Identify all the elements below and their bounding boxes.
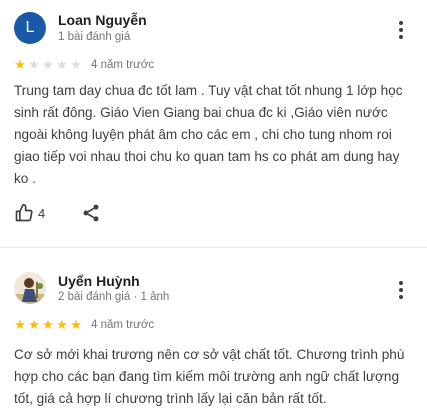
star-icon: ★ [28, 57, 40, 72]
star-icon: ★ [56, 57, 68, 72]
review-actions: 4 [14, 203, 101, 223]
reviewer-name[interactable]: Loan Nguyễn [58, 12, 147, 28]
more-vert-icon[interactable] [391, 18, 411, 42]
avatar-letter: L [25, 19, 35, 36]
share-button[interactable] [81, 203, 101, 223]
reviewer-meta: 2 bài đánh giá · 1 ảnh [58, 291, 170, 303]
review-card: Uyển Huỳnh 2 bài đánh giá · 1 ảnh ★ ★ ★ ★ ★ … [0, 248, 427, 414]
review-date: 4 năm trước [91, 58, 155, 71]
star-rating: ★ ★ ★ ★ ★ [13, 58, 83, 71]
rating-row: ★ ★ ★ ★ ★ 4 năm trước [13, 58, 154, 71]
star-icon: ★ [70, 57, 82, 72]
review-date: 4 năm trước [91, 318, 155, 331]
reviewer-name[interactable]: Uyển Huỳnh [58, 273, 140, 289]
review-text: Cơ sở mới khai trương nên cơ sở vật chất… [14, 347, 405, 406]
avatar[interactable]: L [14, 12, 46, 44]
like-count: 4 [38, 205, 46, 221]
review-card: L Loan Nguyễn 1 bài đánh giá ★ ★ ★ ★ ★ 4 năm… [0, 0, 427, 248]
more-vert-icon[interactable] [391, 278, 411, 302]
star-rating: ★ ★ ★ ★ ★ [13, 318, 83, 331]
star-icon: ★ [70, 317, 82, 332]
avatar[interactable] [14, 272, 46, 304]
thumbs-up-icon [15, 203, 33, 222]
star-icon: ★ [56, 317, 68, 332]
star-icon: ★ [28, 317, 40, 332]
like-button[interactable]: 4 [14, 203, 45, 223]
review-text: Trung tam day chua đc tốt lam . Tuy vật … [14, 83, 403, 186]
reviewer-meta: 1 bài đánh giá [58, 31, 131, 43]
profile-photo [14, 272, 46, 304]
star-icon: ★ [14, 57, 26, 72]
star-icon: ★ [42, 57, 54, 72]
star-icon: ★ [14, 317, 26, 332]
share-icon [83, 204, 99, 222]
star-icon: ★ [42, 317, 54, 332]
rating-row: ★ ★ ★ ★ ★ 4 năm trước [13, 318, 154, 331]
